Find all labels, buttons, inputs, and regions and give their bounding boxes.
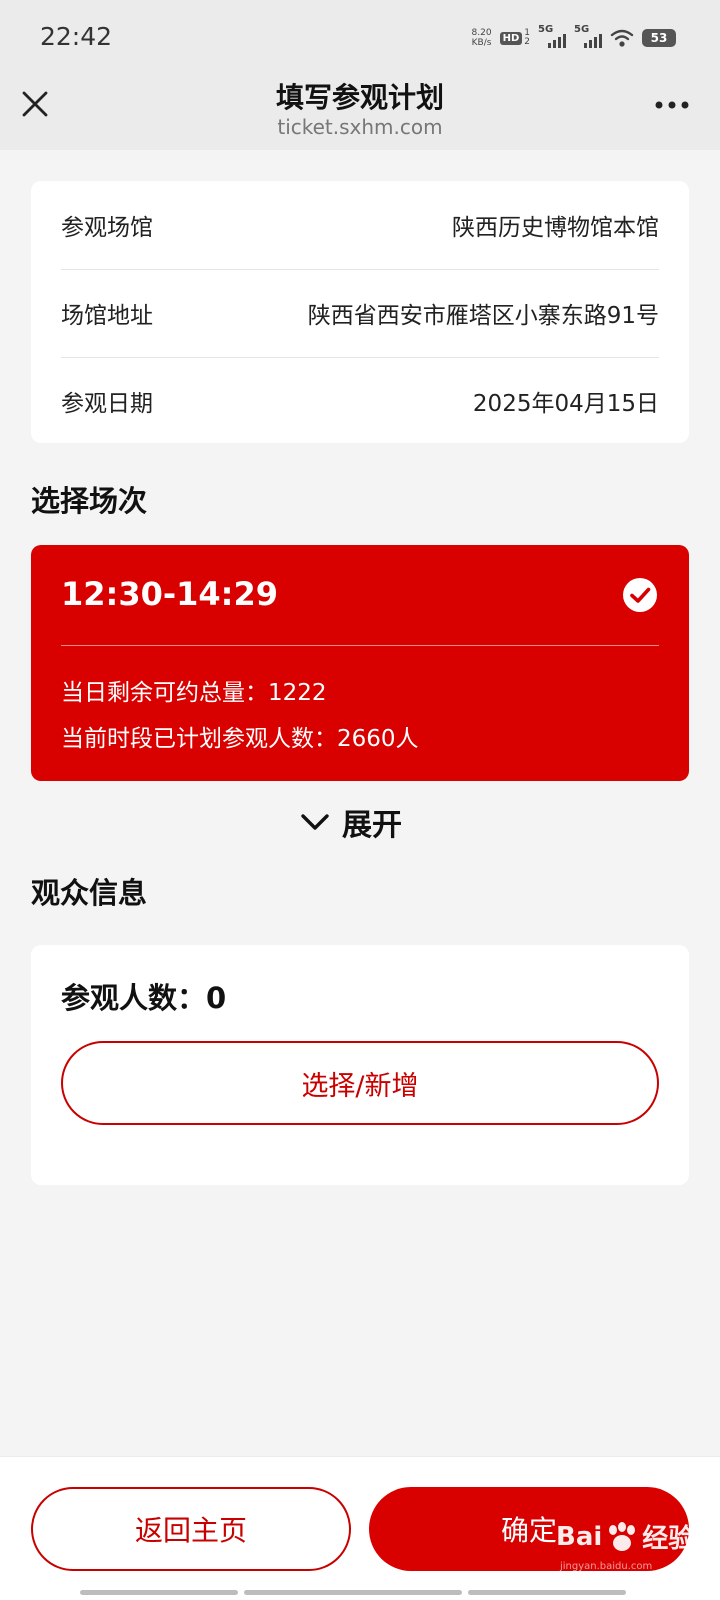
- venue-label: 参观场馆: [61, 215, 153, 241]
- select-add-visitor-button[interactable]: 选择/新增: [61, 1041, 659, 1125]
- check-circle-icon: [623, 578, 657, 612]
- signal-icon: 5G: [538, 24, 566, 50]
- visitor-section-title: 观众信息: [31, 876, 148, 910]
- expand-label: 展开: [342, 808, 402, 843]
- paw-logo-icon: [609, 1521, 636, 1551]
- expand-button[interactable]: 展开: [300, 800, 402, 844]
- nav-bar: 填写参观计划 ticket.sxhm.com: [0, 72, 720, 150]
- page-title: 填写参观计划: [275, 81, 444, 114]
- info-row-address: 场馆地址 陕西省西安市雁塔区小寨东路91号: [61, 269, 659, 357]
- home-indicator: [468, 1590, 626, 1595]
- wifi-icon: [610, 29, 634, 47]
- visitor-count: 参观人数：0: [61, 981, 227, 1015]
- status-icons: 8.20 KB/s HD 1 2 5G 5G 53: [472, 24, 676, 52]
- status-time: 22:42: [40, 22, 113, 51]
- session-remaining: 当日剩余可约总量：1222: [61, 680, 327, 706]
- venue-value: 陕西历史博物馆本馆: [452, 215, 659, 241]
- signal-icon-2: 5G: [574, 24, 602, 50]
- date-value: 2025年04月15日: [472, 391, 659, 417]
- net-speed-unit: KB/s: [471, 38, 492, 48]
- back-home-button[interactable]: 返回主页: [31, 1487, 351, 1571]
- visitor-card: 参观人数：0 选择/新增: [31, 945, 689, 1185]
- info-row-venue: 参观场馆 陕西历史博物馆本馆: [61, 181, 659, 269]
- watermark-text-b: 经验: [642, 1524, 695, 1554]
- more-icon[interactable]: [654, 100, 690, 110]
- net-speed-value: 8.20: [471, 28, 492, 38]
- session-time-slot: 12:30-14:29: [61, 575, 278, 613]
- divider: [61, 645, 659, 646]
- home-indicator: [80, 1590, 238, 1595]
- hd-label: HD: [499, 31, 523, 45]
- chevron-down-icon: [301, 814, 329, 830]
- screen: 22:42 8.20 KB/s HD 1 2 5G 5G 53 填写参观计划 t…: [0, 0, 720, 1600]
- venue-info-card: 参观场馆 陕西历史博物馆本馆 场馆地址 陕西省西安市雁塔区小寨东路91号 参观日…: [31, 181, 689, 443]
- net-speed: 8.20 KB/s: [472, 28, 492, 48]
- session-planned: 当前时段已计划参观人数：2660人: [61, 726, 419, 752]
- page-url: ticket.sxhm.com: [277, 115, 443, 139]
- watermark: Bai 经验: [556, 1518, 694, 1555]
- status-bar: 22:42 8.20 KB/s HD 1 2 5G 5G 53: [0, 0, 720, 72]
- info-row-date: 参观日期 2025年04月15日: [61, 357, 659, 445]
- address-value: 陕西省西安市雁塔区小寨东路91号: [307, 303, 659, 329]
- hd-sub-bottom: 2: [524, 37, 530, 47]
- watermark-text-a: Bai: [556, 1521, 603, 1552]
- session-card-selected[interactable]: 12:30-14:29 当日剩余可约总量：1222 当前时段已计划参观人数：26…: [31, 545, 689, 781]
- home-indicator: [244, 1590, 462, 1595]
- session-section-title: 选择场次: [31, 484, 148, 518]
- address-label: 场馆地址: [61, 303, 153, 329]
- watermark-sub: jingyan.baidu.com: [560, 1561, 653, 1572]
- battery-icon: 53: [642, 29, 676, 47]
- date-label: 参观日期: [61, 391, 153, 417]
- hd-icon: HD 1 2: [499, 29, 530, 47]
- hd-sub: 1 2: [524, 29, 530, 47]
